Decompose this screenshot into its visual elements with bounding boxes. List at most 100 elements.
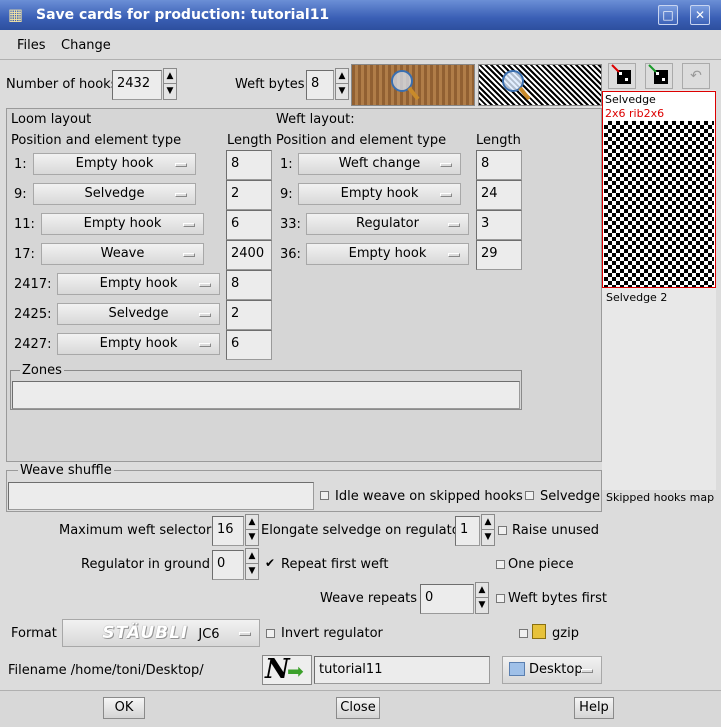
loom-pos-3: 11: (14, 217, 35, 232)
filename-label: Filename /home/toni/Desktop/ (8, 663, 204, 678)
weft-type-4[interactable]: Empty hook (306, 243, 469, 265)
gzip-label: gzip (552, 626, 579, 641)
loom-len-3[interactable]: 6 (226, 210, 272, 240)
format-select[interactable]: STÄUBLI JC6 (62, 619, 260, 647)
weave-shuffle-input[interactable] (8, 482, 314, 510)
menu-files[interactable]: Files (17, 38, 46, 53)
elongate-spinner[interactable]: ▲ ▼ (481, 514, 495, 546)
format-model: JC6 (198, 627, 220, 642)
menu-change[interactable]: Change (61, 38, 111, 53)
weft-pos-4: 36: (280, 247, 301, 262)
max-weft-spinner[interactable]: ▲ ▼ (245, 514, 259, 546)
loom-len-6[interactable]: 2 (226, 300, 272, 330)
weft-col-length: Length (476, 133, 521, 148)
close-window-button[interactable]: ✕ (690, 5, 710, 25)
weft-bytes-first-label: Weft bytes first (508, 591, 608, 606)
loom-col-position: Position and element type (11, 133, 182, 148)
max-weft-input[interactable]: 16 (212, 516, 244, 546)
weave-repeats-spinner[interactable]: ▲ ▼ (475, 582, 489, 614)
format-label: Format (11, 626, 57, 641)
help-button[interactable]: Help (574, 697, 614, 719)
reg-ground-spinner[interactable]: ▲ ▼ (245, 548, 259, 580)
weft-col-position: Position and element type (276, 133, 447, 148)
max-weft-label: Maximum weft selectors (59, 523, 219, 538)
loom-pos-6: 2425: (14, 307, 52, 322)
loom-len-4[interactable]: 2400 (226, 240, 272, 270)
invert-regulator-checkbox[interactable] (266, 629, 275, 638)
weft-type-3[interactable]: Regulator (306, 213, 469, 235)
weft-len-4[interactable]: 29 (476, 240, 522, 270)
add-selvedge-icon[interactable] (645, 63, 673, 89)
close-button[interactable]: Close (336, 697, 380, 719)
weave-repeats-input[interactable]: 0 (420, 584, 474, 614)
loom-len-2[interactable]: 2 (226, 180, 272, 210)
desktop-icon (509, 662, 525, 676)
undo-icon[interactable]: ↶ (682, 63, 710, 89)
loom-len-1[interactable]: 8 (226, 150, 272, 180)
raise-unused-label: Raise unused (512, 523, 599, 538)
loom-type-5[interactable]: Empty hook (57, 273, 220, 295)
one-piece-label: One piece (508, 557, 574, 572)
skipped-hooks-label: Skipped hooks map (606, 491, 715, 504)
weft-len-1[interactable]: 8 (476, 150, 522, 180)
loom-type-7[interactable]: Empty hook (57, 333, 220, 355)
loom-col-length: Length (227, 133, 272, 148)
loom-pos-2: 9: (14, 187, 27, 202)
loom-pos-5: 2417: (14, 277, 52, 292)
maximize-button[interactable]: □ (658, 5, 678, 25)
loom-len-7[interactable]: 6 (226, 330, 272, 360)
loom-pos-7: 2427: (14, 337, 52, 352)
selvedge-checkbox[interactable] (525, 491, 534, 500)
filename-input[interactable]: tutorial11 (314, 656, 490, 684)
location-select[interactable]: Desktop (502, 656, 602, 684)
weft-bytes-first-checkbox[interactable] (496, 594, 505, 603)
repeat-first-label: Repeat first weft (281, 557, 389, 572)
weave-shuffle-label: Weave shuffle (18, 463, 114, 478)
weft-bytes-label: Weft bytes (235, 77, 305, 92)
selvedge-checkbox-label: Selvedge (540, 489, 601, 504)
loom-layout-title: Loom layout (11, 112, 92, 127)
weft-bytes-spinner[interactable]: ▲ ▼ (335, 68, 349, 100)
selvedge-title: Selvedge (605, 93, 656, 106)
reg-ground-input[interactable]: 0 (212, 550, 244, 580)
window-title: Save cards for production: tutorial11 (36, 7, 330, 23)
loom-type-6[interactable]: Selvedge (57, 303, 220, 325)
loom-type-1[interactable]: Empty hook (33, 153, 196, 175)
loom-len-5[interactable]: 8 (226, 270, 272, 300)
weft-pos-1: 1: (280, 157, 293, 172)
zones-input[interactable] (12, 381, 520, 409)
weft-type-1[interactable]: Weft change (298, 153, 461, 175)
idle-weave-checkbox[interactable] (320, 491, 329, 500)
weave-preview-image[interactable] (351, 64, 475, 106)
weft-bytes-input[interactable]: 8 (306, 70, 334, 100)
remove-selvedge-icon[interactable] (608, 63, 636, 89)
raise-unused-checkbox[interactable] (498, 526, 507, 535)
repeat-first-checkbox[interactable]: ✔ (265, 556, 275, 570)
hooks-input[interactable]: 2432 (112, 70, 162, 100)
hooks-label: Number of hooks (6, 77, 118, 92)
loom-type-2[interactable]: Selvedge (33, 183, 196, 205)
next-file-icon[interactable]: N ➡ (262, 654, 312, 685)
elongate-input[interactable]: 1 (455, 516, 480, 546)
selvedge-preview[interactable]: Selvedge 2x6 rib2x6 (602, 91, 716, 288)
ok-button[interactable]: OK (103, 697, 145, 719)
zones-label: Zones (20, 363, 64, 378)
gzip-checkbox[interactable] (519, 629, 528, 638)
hooks-spinner[interactable]: ▲ ▼ (163, 68, 177, 100)
one-piece-checkbox[interactable] (496, 560, 505, 569)
loom-type-4[interactable]: Weave (41, 243, 204, 265)
loom-pos-1: 1: (14, 157, 27, 172)
weft-pos-2: 9: (280, 187, 293, 202)
weft-type-2[interactable]: Empty hook (298, 183, 461, 205)
staubli-logo: STÄUBLI (102, 623, 189, 643)
weft-len-2[interactable]: 24 (476, 180, 522, 210)
pattern-preview-image[interactable] (478, 64, 602, 106)
loom-pos-4: 17: (14, 247, 35, 262)
menu-bar: Files Change (0, 30, 721, 60)
archive-icon (532, 624, 546, 639)
loom-type-3[interactable]: Empty hook (41, 213, 204, 235)
weft-len-3[interactable]: 3 (476, 210, 522, 240)
weft-pos-3: 33: (280, 217, 301, 232)
title-bar: ▦ Save cards for production: tutorial11 … (0, 0, 721, 30)
selvedge-2-label: Selvedge 2 (606, 291, 668, 304)
